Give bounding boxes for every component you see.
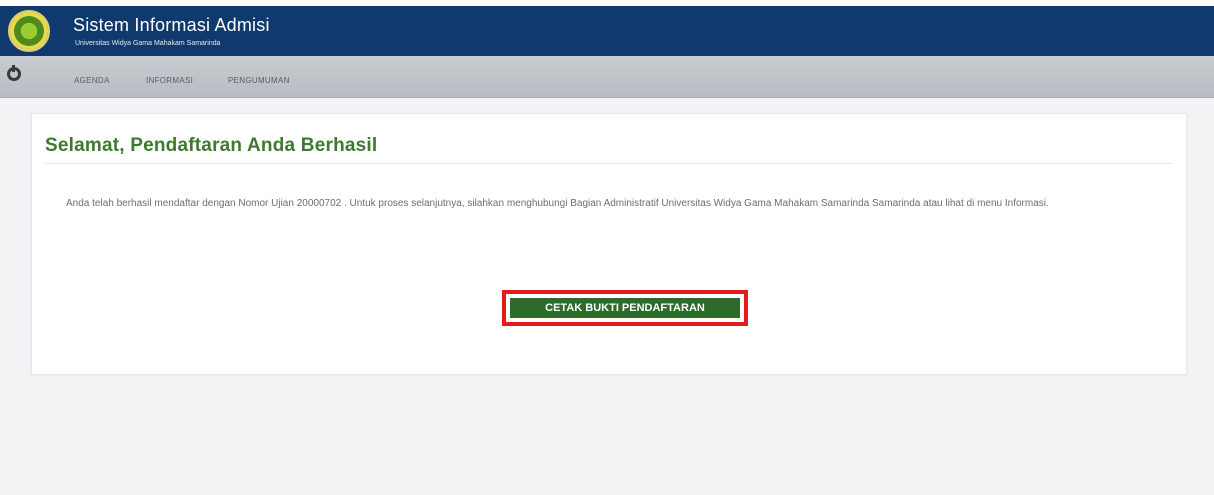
main-navbar: AGENDA INFORMASI PENGUMUMAN bbox=[0, 56, 1214, 98]
page-title: Selamat, Pendaftaran Anda Berhasil bbox=[45, 135, 378, 156]
app-subtitle: Universitas Widya Gama Mahakam Samarinda bbox=[75, 40, 221, 47]
site-header: Sistem Informasi Admisi Universitas Widy… bbox=[0, 6, 1214, 56]
power-icon[interactable] bbox=[7, 65, 21, 81]
nav-item-pengumuman[interactable]: PENGUMUMAN bbox=[228, 76, 290, 85]
app-title: Sistem Informasi Admisi bbox=[73, 15, 270, 35]
success-message: Anda telah berhasil mendaftar dengan Nom… bbox=[66, 198, 1049, 209]
divider bbox=[45, 163, 1172, 164]
nav-item-informasi[interactable]: INFORMASI bbox=[146, 76, 193, 85]
university-logo bbox=[8, 10, 50, 52]
success-card: Selamat, Pendaftaran Anda Berhasil Anda … bbox=[31, 113, 1187, 375]
nav-item-agenda[interactable]: AGENDA bbox=[74, 76, 110, 85]
print-registration-proof-button[interactable]: CETAK BUKTI PENDAFTARAN bbox=[510, 298, 740, 318]
highlight-box: CETAK BUKTI PENDAFTARAN bbox=[502, 290, 748, 326]
